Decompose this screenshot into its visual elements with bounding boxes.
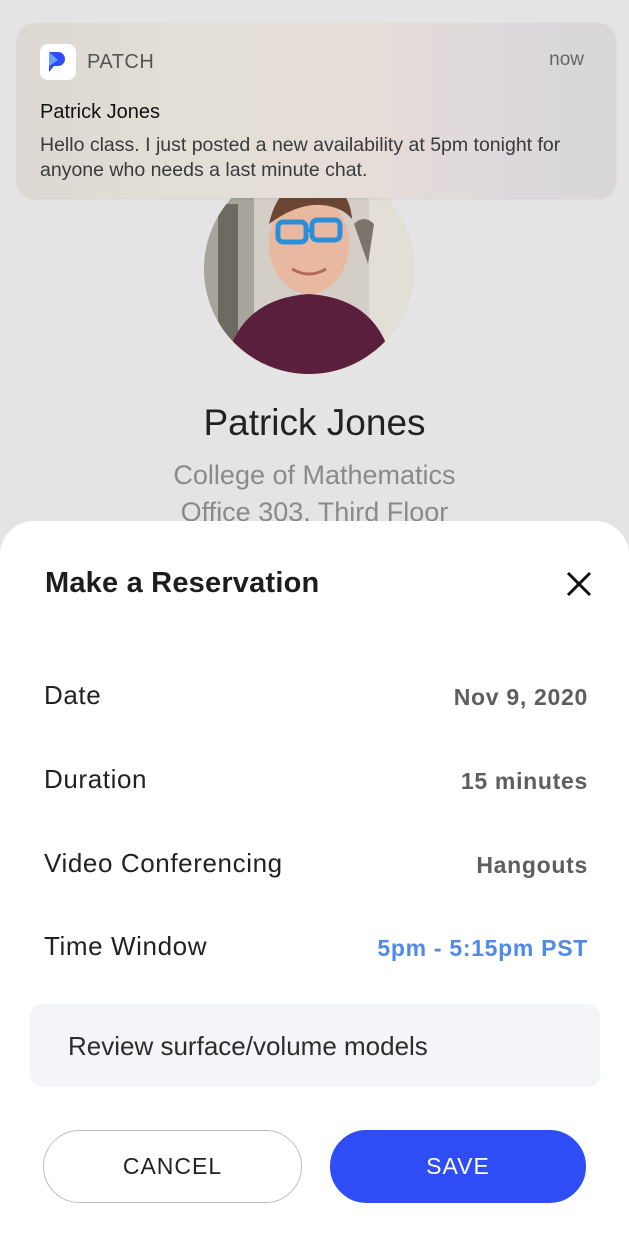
notification-time: now xyxy=(549,49,584,70)
profile-name: Patrick Jones xyxy=(203,402,426,443)
push-notification[interactable]: PATCH now Patrick Jones Hello class. I j… xyxy=(17,23,616,198)
reservation-sheet: Make a Reservation Date Nov 9, 2020 Dura… xyxy=(0,521,629,1258)
date-label: Date xyxy=(44,680,102,710)
video-conferencing-label: Video Conferencing xyxy=(44,848,283,878)
time-window-label: Time Window xyxy=(44,931,208,961)
close-icon[interactable] xyxy=(562,567,596,601)
profile-department: College of Mathematics xyxy=(173,460,456,490)
notification-body: Hello class. I just posted a new availab… xyxy=(40,134,561,181)
patch-app-icon xyxy=(40,44,76,80)
note-field[interactable]: Review surface/volume models xyxy=(30,1004,600,1087)
duration-label: Duration xyxy=(44,764,148,794)
notification-title: Patrick Jones xyxy=(40,101,161,123)
save-button[interactable]: SAVE xyxy=(330,1130,586,1203)
duration-value[interactable]: 15 minutes xyxy=(461,768,588,795)
cancel-button[interactable]: CANCEL xyxy=(43,1130,302,1203)
time-window-value[interactable]: 5pm - 5:15pm PST xyxy=(377,935,588,962)
video-conferencing-value[interactable]: Hangouts xyxy=(476,852,588,879)
date-value[interactable]: Nov 9, 2020 xyxy=(454,684,588,711)
notification-app-name: PATCH xyxy=(87,51,155,73)
sheet-title: Make a Reservation xyxy=(45,567,320,599)
